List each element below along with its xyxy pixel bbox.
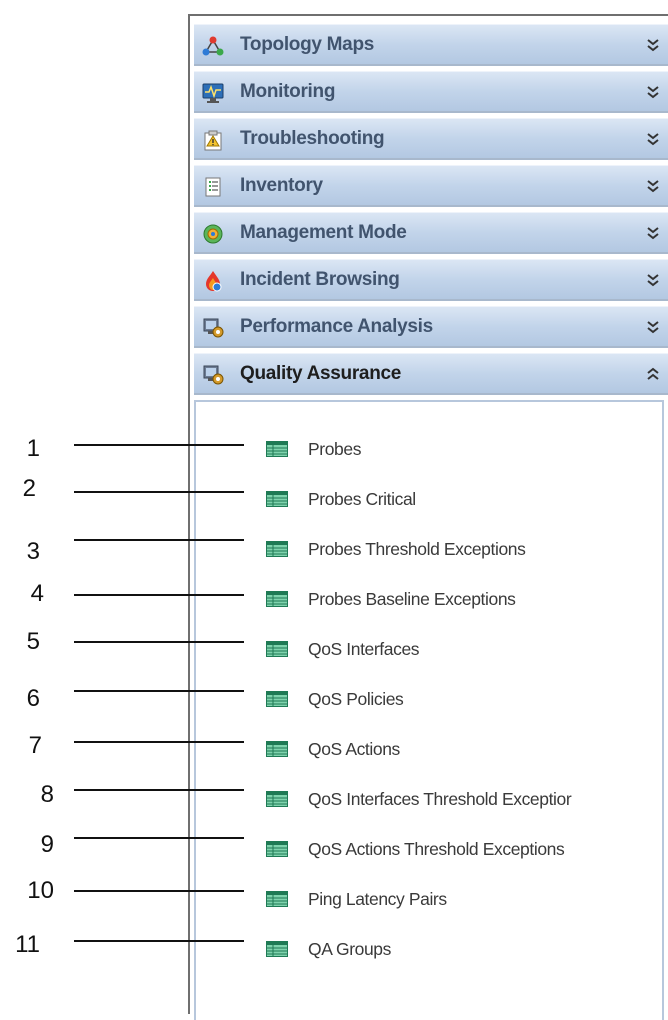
callout-number: 10 (27, 877, 54, 904)
table-view-icon (266, 741, 288, 757)
callout-line (74, 837, 244, 839)
callout-line (74, 890, 244, 892)
accordion-header-monitoring[interactable]: Monitoring (194, 71, 668, 113)
nav-item-label: QoS Interfaces (308, 639, 420, 659)
table-view-icon (266, 941, 288, 957)
callout-number: 6 (26, 685, 40, 712)
callout-number: 8 (40, 781, 54, 808)
callout-line (74, 594, 244, 596)
nav-item-label: QA Groups (308, 939, 391, 959)
callout-line (74, 789, 244, 791)
monitor-icon (202, 83, 224, 103)
accordion-header-inventory[interactable]: Inventory (194, 165, 668, 207)
accordion-header-label: Incident Browsing (240, 269, 400, 290)
accordion-header-performance-analysis[interactable]: Performance Analysis (194, 306, 668, 348)
nav-item-label: Probes Threshold Exceptions (308, 539, 526, 559)
callout-number: 11 (15, 931, 40, 958)
chevron-double-down-icon[interactable] (646, 131, 660, 147)
table-view-icon (266, 541, 288, 557)
navigation-accordion-panel: Topology Maps Monitoring Troubleshooting (188, 14, 668, 1020)
incident-icon (206, 271, 222, 292)
chevron-double-up-icon[interactable] (646, 366, 660, 382)
chevron-double-down-icon[interactable] (646, 272, 660, 288)
callout-line (74, 444, 244, 446)
inventory-icon (205, 177, 221, 197)
callout-number: 1 (26, 435, 40, 462)
nav-item-label: QoS Actions (308, 739, 400, 759)
nav-item-label: Probes Baseline Exceptions (308, 589, 516, 609)
accordion-header-label: Performance Analysis (240, 316, 433, 337)
callout-line (74, 940, 244, 942)
accordion-header-troubleshooting[interactable]: Troubleshooting (194, 118, 668, 160)
callout-line (74, 690, 244, 692)
nav-item-label: QoS Interfaces Threshold Exceptior (308, 789, 572, 809)
accordion-header-label: Monitoring (240, 81, 336, 102)
accordion-header-label: Management Mode (240, 222, 407, 243)
table-view-icon (266, 691, 288, 707)
table-view-icon (266, 791, 288, 807)
accordion-header-label: Inventory (240, 175, 323, 196)
topology-icon (202, 36, 224, 56)
callout-line (74, 641, 244, 643)
callout-number: 2 (22, 475, 36, 502)
table-view-icon (266, 841, 288, 857)
quality-assurance-icon (203, 365, 224, 385)
table-view-icon (266, 591, 288, 607)
callout-number: 3 (26, 538, 40, 565)
accordion-header-management-mode[interactable]: Management Mode (194, 212, 668, 254)
callout-line (74, 539, 244, 541)
table-view-icon (266, 441, 288, 457)
nav-item-label: QoS Policies (308, 689, 404, 709)
nav-item-label: QoS Actions Threshold Exceptions (308, 839, 565, 859)
nav-item-label: Ping Latency Pairs (308, 889, 447, 909)
table-view-icon (266, 891, 288, 907)
callout-line (74, 491, 244, 493)
management-mode-icon (203, 224, 223, 244)
callout-number: 4 (30, 580, 44, 607)
accordion-header-topology-maps[interactable]: Topology Maps (194, 24, 668, 66)
nav-item-label: Probes (308, 439, 362, 459)
chevron-double-down-icon[interactable] (646, 37, 660, 53)
callout-line (74, 741, 244, 743)
accordion-header-incident-browsing[interactable]: Incident Browsing (194, 259, 668, 301)
table-view-icon (266, 491, 288, 507)
callout-number: 7 (28, 732, 42, 759)
accordion-header-quality-assurance[interactable]: Quality Assurance (194, 353, 668, 395)
chevron-double-down-icon[interactable] (646, 225, 660, 241)
chevron-double-down-icon[interactable] (646, 319, 660, 335)
quality-assurance-content: Probes Probes Critical Probes Threshold … (194, 400, 664, 1020)
nav-item-label: Probes Critical (308, 489, 416, 509)
accordion-header-label: Topology Maps (240, 34, 375, 55)
table-view-icon (266, 641, 288, 657)
chevron-double-down-icon[interactable] (646, 84, 660, 100)
chevron-double-down-icon[interactable] (646, 178, 660, 194)
accordion-header-label: Quality Assurance (240, 363, 402, 384)
accordion-header-label: Troubleshooting (240, 128, 385, 149)
callout-number: 9 (40, 831, 54, 858)
performance-icon (203, 318, 224, 338)
callout-number: 5 (26, 628, 40, 655)
troubleshooting-icon (204, 130, 222, 151)
